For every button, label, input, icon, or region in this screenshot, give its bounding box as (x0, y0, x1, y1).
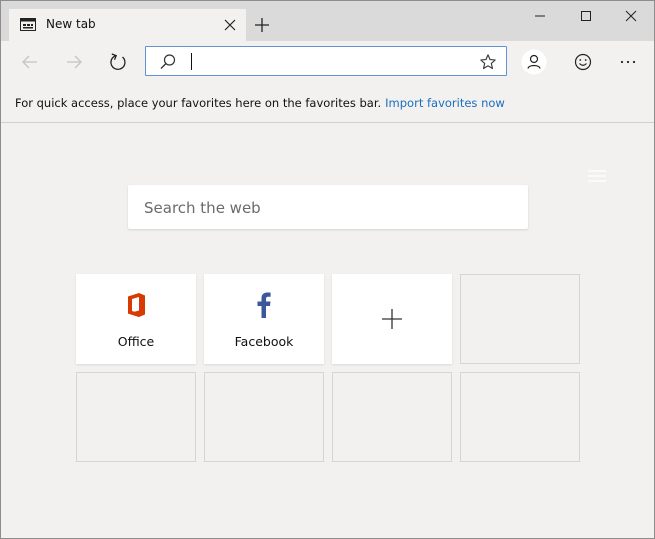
address-bar[interactable] (145, 46, 507, 76)
close-icon (625, 10, 637, 22)
back-arrow-icon (22, 55, 37, 69)
empty-tile (76, 372, 196, 462)
new-tab-page-icon (20, 18, 36, 31)
search-icon (160, 54, 176, 69)
maximize-button[interactable] (563, 1, 609, 31)
search-input[interactable] (142, 195, 516, 221)
top-site-facebook[interactable]: Facebook (204, 274, 324, 364)
tab-strip: New tab (1, 1, 654, 42)
empty-tile (204, 372, 324, 462)
add-icon (382, 309, 402, 329)
new-tab-page: Office Facebook (1, 123, 654, 538)
page-settings-menu-icon[interactable] (587, 168, 607, 184)
minimize-icon (535, 15, 545, 17)
favorite-star-icon[interactable] (479, 53, 497, 71)
import-favorites-link[interactable]: Import favorites now (385, 96, 505, 110)
back-button[interactable] (9, 41, 49, 82)
minimize-button[interactable] (517, 1, 563, 31)
close-window-button[interactable] (608, 1, 654, 31)
favorites-bar-message: For quick access, place your favorites h… (15, 96, 382, 110)
tile-label: Facebook (234, 334, 294, 349)
address-input[interactable] (196, 50, 470, 74)
maximize-icon (581, 11, 591, 21)
empty-tile (460, 274, 580, 364)
tab-new-tab[interactable]: New tab (9, 9, 246, 42)
browser-window: New tab For quick access, place your fav… (0, 0, 655, 539)
favorites-bar-text: For quick access, place your favorites h… (15, 96, 505, 110)
office-icon (128, 293, 145, 317)
new-tab-button[interactable] (252, 15, 272, 35)
add-site-tile[interactable] (332, 274, 452, 364)
forward-arrow-icon (67, 55, 82, 69)
profile-button[interactable] (521, 49, 547, 75)
web-search-box[interactable] (128, 185, 528, 229)
empty-tile (332, 372, 452, 462)
refresh-icon (110, 53, 126, 70)
tile-label: Office (117, 334, 155, 349)
refresh-button[interactable] (97, 41, 137, 82)
favorites-bar: For quick access, place your favorites h… (1, 82, 654, 123)
tab-title: New tab (46, 17, 96, 31)
close-tab-icon[interactable] (223, 18, 237, 32)
smiley-feedback-icon[interactable] (570, 49, 596, 75)
more-options-icon[interactable] (613, 49, 643, 75)
facebook-icon (257, 292, 271, 318)
empty-tile (460, 372, 580, 462)
navigation-bar (1, 41, 654, 82)
text-cursor (191, 53, 192, 70)
top-site-office[interactable]: Office (76, 274, 196, 364)
forward-button[interactable] (53, 41, 93, 82)
